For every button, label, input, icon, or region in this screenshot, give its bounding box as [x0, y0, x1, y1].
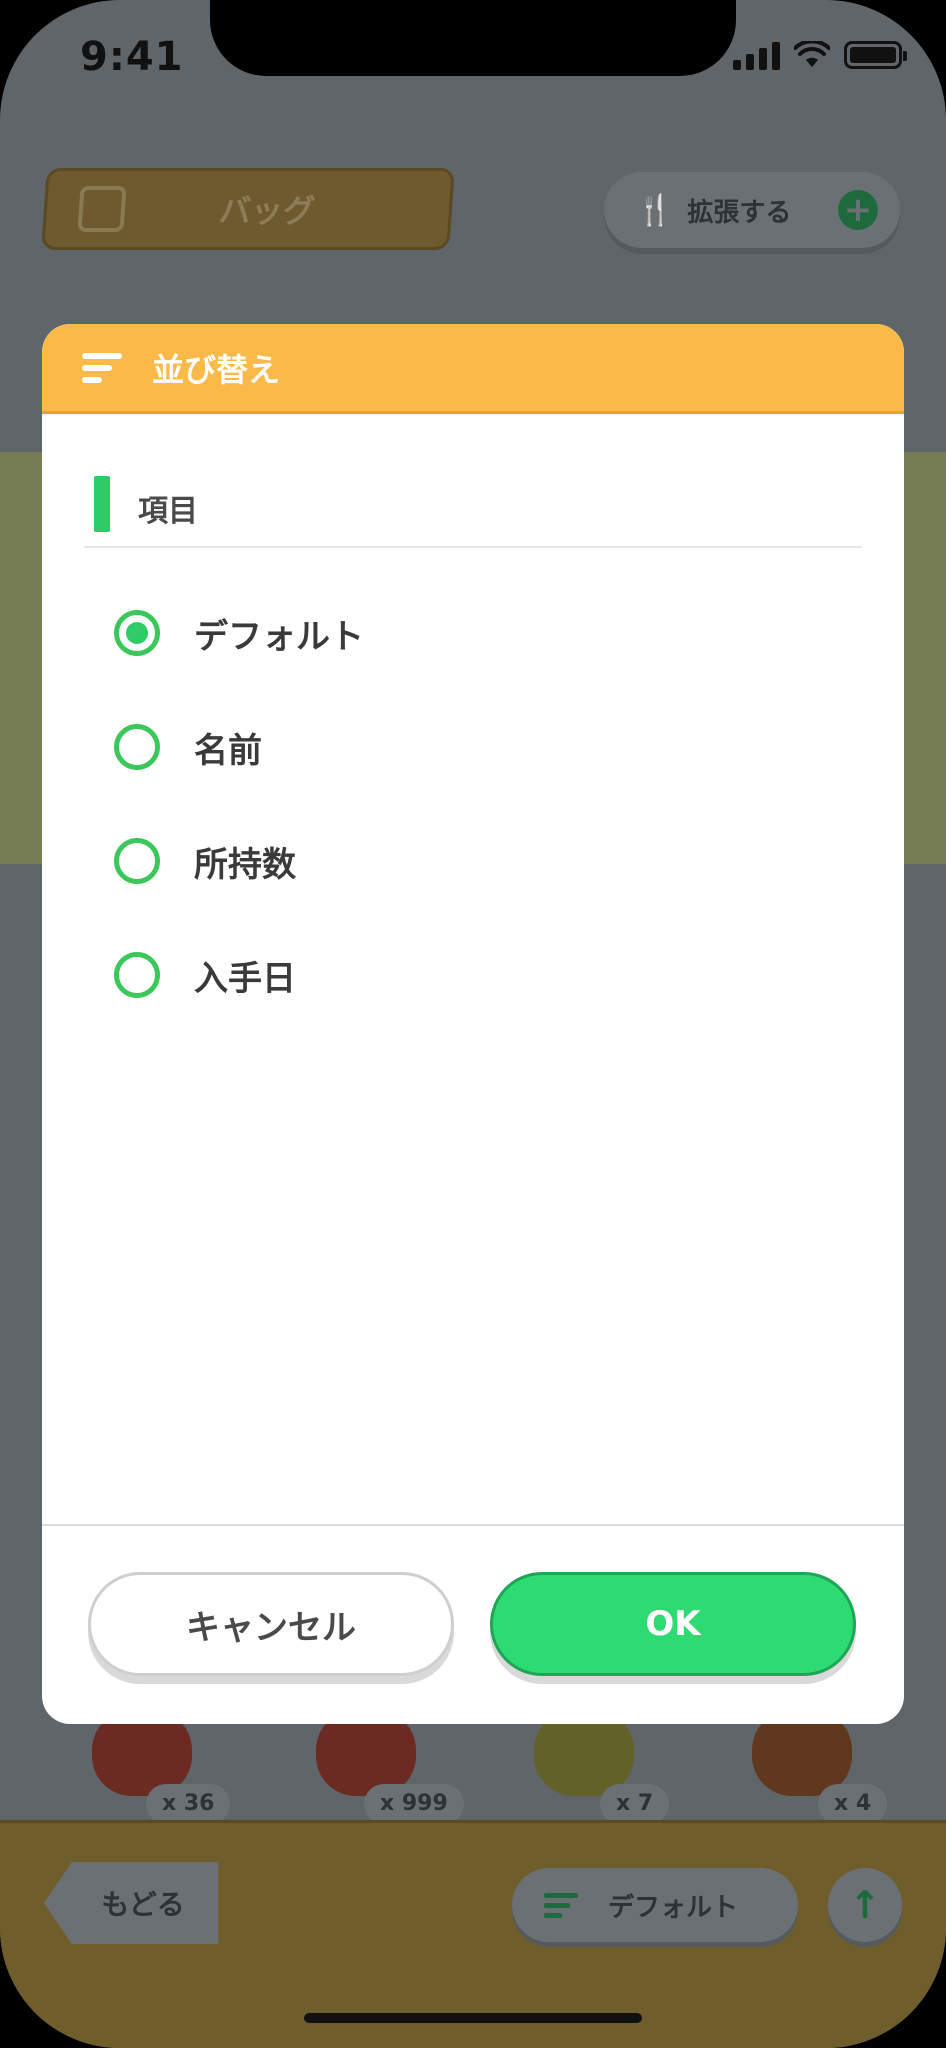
fork-knife-icon: 🍴	[636, 192, 674, 228]
back-label: もどる	[101, 1888, 185, 1921]
sort-options: デフォルト 名前 所持数 入手日	[42, 576, 904, 1032]
battery-icon	[844, 41, 907, 69]
status-time: 9:41	[80, 34, 184, 80]
cancel-label: キャンセル	[186, 1607, 356, 1648]
radio-selected-icon[interactable]	[114, 610, 160, 656]
expand-label: 拡張する	[687, 197, 792, 228]
bag-icon	[77, 186, 127, 232]
sort-button[interactable]: デフォルト	[512, 1868, 798, 1942]
sort-dialog: 並び替え 項目 デフォルト 名前 所持数 入手日 キャンセル OK	[42, 324, 904, 1724]
sort-chip-label: デフォルト	[608, 1892, 739, 1923]
sort-icon	[544, 1888, 578, 1923]
notch	[210, 0, 736, 76]
radio-icon[interactable]	[114, 952, 160, 998]
wifi-icon	[794, 41, 830, 67]
item-count: x 7	[600, 1784, 670, 1824]
dialog-title: 並び替え	[152, 350, 281, 389]
item-count: x 4	[818, 1784, 888, 1824]
scroll-top-button[interactable]: ↑	[828, 1868, 902, 1942]
option-acquired-date[interactable]: 入手日	[42, 918, 904, 1032]
option-label: デフォルト	[194, 616, 364, 657]
arrow-up-icon: ↑	[849, 1883, 881, 1927]
status-icons	[733, 40, 907, 70]
phone-screen: バッグ 🍴 拡張する + x 36 x 999 x 7 x 4 もどる デフォル…	[0, 0, 946, 2048]
cancel-button[interactable]: キャンセル	[88, 1572, 454, 1676]
cellular-signal-icon	[733, 40, 780, 70]
radio-icon[interactable]	[114, 724, 160, 770]
dialog-footer: キャンセル OK	[42, 1524, 904, 1724]
option-label: 名前	[194, 730, 262, 771]
option-label: 入手日	[194, 958, 296, 999]
section-accent-bar	[94, 476, 110, 532]
option-default[interactable]: デフォルト	[42, 576, 904, 690]
ok-label: OK	[645, 1604, 701, 1644]
ok-button[interactable]: OK	[490, 1572, 856, 1676]
bag-banner: バッグ	[41, 168, 455, 250]
sort-icon	[82, 347, 122, 389]
item-count: x 999	[364, 1784, 464, 1824]
dialog-header: 並び替え	[42, 324, 904, 414]
expand-button[interactable]: 🍴 拡張する +	[604, 172, 900, 248]
bag-title: バッグ	[217, 192, 317, 230]
radio-icon[interactable]	[114, 838, 160, 884]
option-quantity[interactable]: 所持数	[42, 804, 904, 918]
plus-icon: +	[838, 190, 878, 230]
section-label: 項目	[138, 494, 198, 529]
section-header: 項目	[84, 476, 862, 548]
back-button[interactable]: もどる	[44, 1862, 218, 1944]
option-label: 所持数	[194, 844, 296, 885]
item-count: x 36	[146, 1784, 231, 1824]
home-indicator	[304, 2013, 642, 2023]
option-name[interactable]: 名前	[42, 690, 904, 804]
